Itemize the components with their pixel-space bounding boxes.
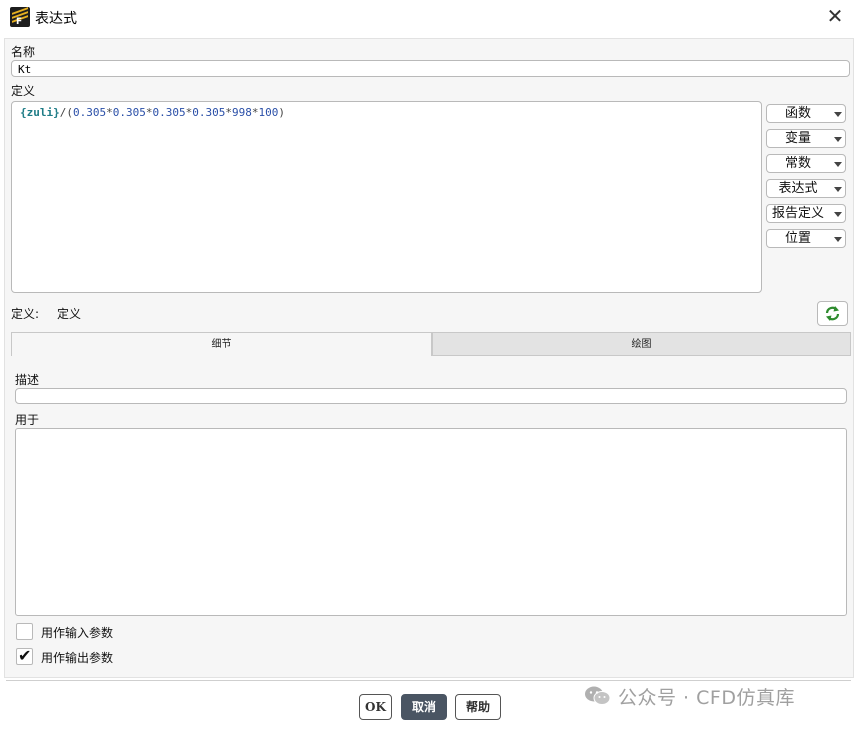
description-label: 描述: [15, 373, 40, 387]
watermark-text: 公众号 · CFD仿真库: [618, 686, 795, 709]
refresh-icon: [825, 306, 840, 321]
expression-token-num: 0.305: [73, 106, 107, 119]
expression-token-num: 0.305: [152, 106, 186, 119]
footer-divider: [6, 680, 851, 681]
chevron-down-icon: [834, 162, 842, 167]
output-parameter-checkbox[interactable]: ✔: [16, 646, 33, 665]
tab-plot[interactable]: 绘图: [432, 332, 851, 356]
expression-token-num: 100: [258, 106, 279, 119]
report-definitions-dropdown-button[interactable]: 报告定义: [766, 204, 846, 223]
input-parameter-checkbox[interactable]: [16, 623, 33, 640]
title-bar: F 表达式 ✕: [0, 0, 857, 34]
chevron-down-icon: [834, 187, 842, 192]
dropdown-label: 表达式: [778, 181, 818, 196]
watermark: 公众号 · CFD仿真库: [584, 684, 795, 709]
expression-token-op: /(: [59, 106, 73, 119]
app-logo-icon: F: [10, 7, 30, 27]
dropdown-label: 报告定义: [771, 206, 824, 221]
chevron-down-icon: [834, 237, 842, 242]
constants-dropdown-button[interactable]: 常数: [766, 154, 846, 173]
name-input[interactable]: Kt: [11, 60, 850, 77]
expression-token-var: {zuli}: [20, 106, 60, 119]
expressions-dropdown-button[interactable]: 表达式: [766, 179, 846, 198]
checkmark-icon: ✔: [18, 646, 32, 665]
definition-status-label: 定义:: [11, 307, 40, 321]
variables-dropdown-button[interactable]: 变量: [766, 129, 846, 148]
expression-token-op: *: [106, 106, 113, 119]
cancel-button[interactable]: 取消: [401, 694, 447, 720]
dropdown-label: 函数: [784, 106, 811, 121]
used-in-label: 用于: [15, 413, 40, 427]
dropdown-label: 位置: [784, 231, 811, 246]
expression-token-op: ): [278, 106, 285, 119]
locations-dropdown-button[interactable]: 位置: [766, 229, 846, 248]
wechat-icon: [584, 685, 612, 707]
ok-button[interactable]: OK: [359, 694, 392, 720]
dropdown-label: 变量: [784, 131, 811, 146]
used-in-list[interactable]: [15, 428, 847, 616]
chevron-down-icon: [834, 137, 842, 142]
name-label: 名称: [11, 45, 36, 59]
expression-token-num: 0.305: [112, 106, 146, 119]
refresh-button[interactable]: [817, 301, 848, 326]
functions-dropdown-button[interactable]: 函数: [766, 104, 846, 123]
chevron-down-icon: [834, 212, 842, 217]
definition-label: 定义: [11, 84, 36, 98]
close-icon[interactable]: ✕: [825, 6, 845, 26]
window-title: 表达式: [35, 11, 77, 27]
expression-token-op: *: [145, 106, 153, 119]
expression-token-num: 998: [232, 106, 252, 119]
expression-token-num: 0.305: [192, 106, 226, 119]
chevron-down-icon: [834, 112, 842, 117]
input-parameter-label: 用作输入参数: [41, 626, 114, 640]
definition-editor[interactable]: {zuli}/(0.305*0.305*0.305*0.305*998*100): [11, 101, 762, 293]
tab-details[interactable]: 细节: [11, 332, 432, 356]
dropdown-label: 常数: [784, 156, 811, 171]
description-input[interactable]: [15, 388, 847, 404]
help-button[interactable]: 帮助: [455, 694, 501, 720]
expression-token-op: *: [251, 106, 259, 119]
output-parameter-label: 用作输出参数: [41, 651, 114, 665]
expression-panel: 名称 Kt 定义 {zuli}/(0.305*0.305*0.305*0.305…: [4, 38, 854, 678]
definition-status-value: 定义: [57, 307, 82, 321]
expression-token-op: *: [225, 106, 232, 119]
